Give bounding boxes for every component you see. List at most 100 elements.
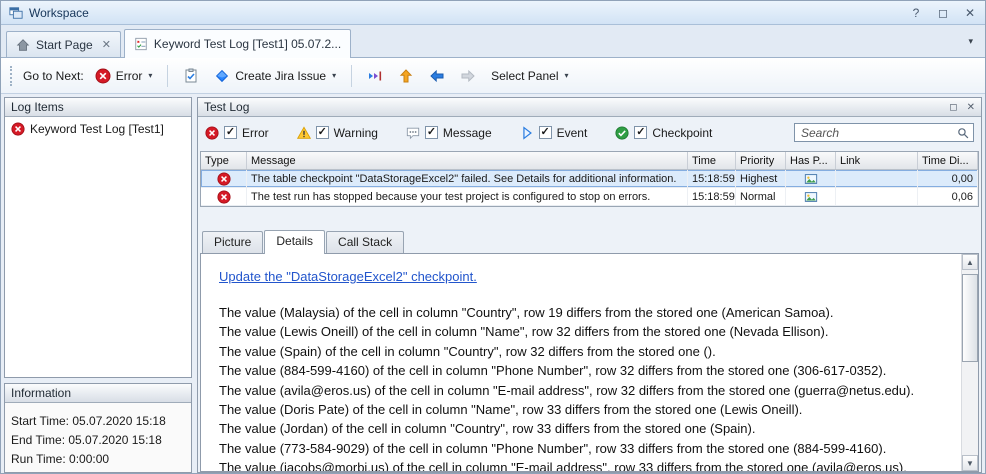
message-checkbox[interactable] xyxy=(425,126,438,139)
float-panel-icon[interactable]: ◻ xyxy=(949,102,957,113)
cell-time: 15:18:59 xyxy=(688,170,736,187)
search-icon[interactable] xyxy=(956,126,970,140)
warning-checkbox[interactable] xyxy=(316,126,329,139)
tab-picture[interactable]: Picture xyxy=(202,231,263,253)
tree-item-label: Keyword Test Log [Test1] xyxy=(30,122,164,136)
cell-time: 15:18:59 xyxy=(688,188,736,205)
log-items-tree: Keyword Test Log [Test1] xyxy=(5,117,191,377)
dropdown-arrow-icon[interactable]: ▾ xyxy=(148,71,152,80)
go-to-next-error-button[interactable]: Error ▾ xyxy=(91,65,157,87)
filter-label: Event xyxy=(557,126,588,140)
left-arrow-icon xyxy=(429,68,445,84)
filter-event: Event xyxy=(520,126,588,140)
checkpoint-checkbox[interactable] xyxy=(634,126,647,139)
tab-details[interactable]: Details xyxy=(264,230,325,254)
cell-type xyxy=(201,170,247,187)
information-panel: Information Start Time: 05.07.2020 15:18… xyxy=(4,383,192,473)
post-results-button[interactable] xyxy=(179,65,203,87)
detail-line: The value (avila@eros.us) of the cell in… xyxy=(219,381,953,400)
toolbar-grip[interactable] xyxy=(10,66,14,86)
col-time[interactable]: Time xyxy=(688,152,736,169)
tab-call-stack[interactable]: Call Stack xyxy=(326,231,404,253)
titlebar: Workspace ? ◻ ✕ xyxy=(1,1,985,25)
update-checkpoint-link[interactable]: Update the "DataStorageExcel2" checkpoin… xyxy=(219,269,477,284)
toolbar-separator xyxy=(167,65,168,87)
col-type[interactable]: Type xyxy=(201,152,247,169)
details-pane: Update the "DataStorageExcel2" checkpoin… xyxy=(200,253,979,472)
log-table: Type Message Time Priority Has P... Link… xyxy=(200,151,979,207)
tab-start-page[interactable]: Start Page ✕ xyxy=(6,31,121,57)
window-title: Workspace xyxy=(29,6,89,20)
table-row[interactable]: The test run has stopped because your te… xyxy=(201,188,978,206)
toolbar-separator xyxy=(351,65,352,87)
message-icon xyxy=(406,126,420,140)
start-time: Start Time: 05.07.2020 15:18 xyxy=(11,412,185,431)
filter-label: Message xyxy=(443,126,492,140)
event-checkbox[interactable] xyxy=(539,126,552,139)
col-link[interactable]: Link xyxy=(836,152,918,169)
workspace-window: Workspace ? ◻ ✕ Start Page ✕ Keyword Tes… xyxy=(0,0,986,474)
error-checkbox[interactable] xyxy=(224,126,237,139)
filter-error: Error xyxy=(205,126,269,140)
help-button[interactable]: ? xyxy=(909,6,923,20)
col-has-picture[interactable]: Has P... xyxy=(786,152,836,169)
cell-has-picture xyxy=(786,188,836,205)
information-panel-header: Information xyxy=(5,384,191,403)
detail-line: The value (Doris Pate) of the cell in co… xyxy=(219,400,953,419)
cell-message: The table checkpoint "DataStorageExcel2"… xyxy=(247,170,688,187)
right-arrow-icon xyxy=(460,68,476,84)
col-priority[interactable]: Priority xyxy=(736,152,786,169)
table-row[interactable]: The table checkpoint "DataStorageExcel2"… xyxy=(201,170,978,188)
log-items-panel: Log Items Keyword Test Log [Test1] xyxy=(4,97,192,378)
go-up-button[interactable] xyxy=(394,65,418,87)
col-time-diff[interactable]: Time Di... xyxy=(918,152,978,169)
test-log-title: Test Log xyxy=(204,100,249,114)
clipboard-check-icon xyxy=(183,68,199,84)
tree-item-keyword-test-log[interactable]: Keyword Test Log [Test1] xyxy=(7,121,189,137)
details-scrollbar[interactable]: ▲ ▼ xyxy=(961,254,978,471)
picture-icon xyxy=(804,172,818,186)
dropdown-arrow-icon[interactable]: ▾ xyxy=(565,71,569,80)
jira-icon xyxy=(214,68,230,84)
detail-line: The value (Spain) of the cell in column … xyxy=(219,342,953,361)
filter-bar: Error Warning Message xyxy=(198,119,981,146)
create-jira-issue-button[interactable]: Create Jira Issue ▾ xyxy=(210,65,340,87)
detail-line: The value (Malaysia) of the cell in colu… xyxy=(219,303,953,322)
search-input[interactable] xyxy=(801,126,956,140)
jump-to-source-button[interactable] xyxy=(363,65,387,87)
filter-label: Checkpoint xyxy=(652,126,712,140)
go-back-button[interactable] xyxy=(425,65,449,87)
test-log-icon xyxy=(134,37,148,51)
search-box xyxy=(794,123,974,142)
close-window-button[interactable]: ✕ xyxy=(963,6,977,20)
tab-keyword-test-log[interactable]: Keyword Test Log [Test1] 05.07.2... xyxy=(124,29,351,58)
col-message[interactable]: Message xyxy=(247,152,688,169)
test-log-panel: Test Log ◻ ✕ Error xyxy=(197,97,982,473)
filter-message: Message xyxy=(406,126,492,140)
filter-label: Error xyxy=(242,126,269,140)
detail-line: The value (773-584-9029) of the cell in … xyxy=(219,439,953,458)
scroll-down-icon[interactable]: ▼ xyxy=(962,455,978,471)
restore-window-button[interactable]: ◻ xyxy=(936,6,950,20)
end-time: End Time: 05.07.2020 15:18 xyxy=(11,431,185,450)
select-panel-button[interactable]: Select Panel ▾ xyxy=(487,66,572,86)
scrollbar-thumb[interactable] xyxy=(962,274,978,362)
information-body: Start Time: 05.07.2020 15:18 End Time: 0… xyxy=(5,403,191,472)
create-jira-label: Create Jira Issue xyxy=(235,69,326,83)
tab-list-dropdown-icon[interactable]: ▾ xyxy=(968,36,973,47)
checkpoint-icon xyxy=(615,126,629,140)
dropdown-arrow-icon[interactable]: ▾ xyxy=(332,71,336,80)
detail-tabs: Picture Details Call Stack xyxy=(202,229,981,253)
cell-has-picture xyxy=(786,170,836,187)
window-controls: ? ◻ ✕ xyxy=(909,6,977,20)
close-panel-icon[interactable]: ✕ xyxy=(967,102,975,113)
filter-checkpoint: Checkpoint xyxy=(615,126,712,140)
close-tab-icon[interactable]: ✕ xyxy=(102,38,111,51)
go-forward-button[interactable] xyxy=(456,65,480,87)
log-items-panel-header: Log Items xyxy=(5,98,191,117)
go-to-next-label: Go to Next: xyxy=(23,69,84,83)
detail-line: The value (Jordan) of the cell in column… xyxy=(219,419,953,438)
cell-priority: Highest xyxy=(736,170,786,187)
detail-line: The value (Lewis Oneill) of the cell in … xyxy=(219,322,953,341)
scroll-up-icon[interactable]: ▲ xyxy=(962,254,978,270)
